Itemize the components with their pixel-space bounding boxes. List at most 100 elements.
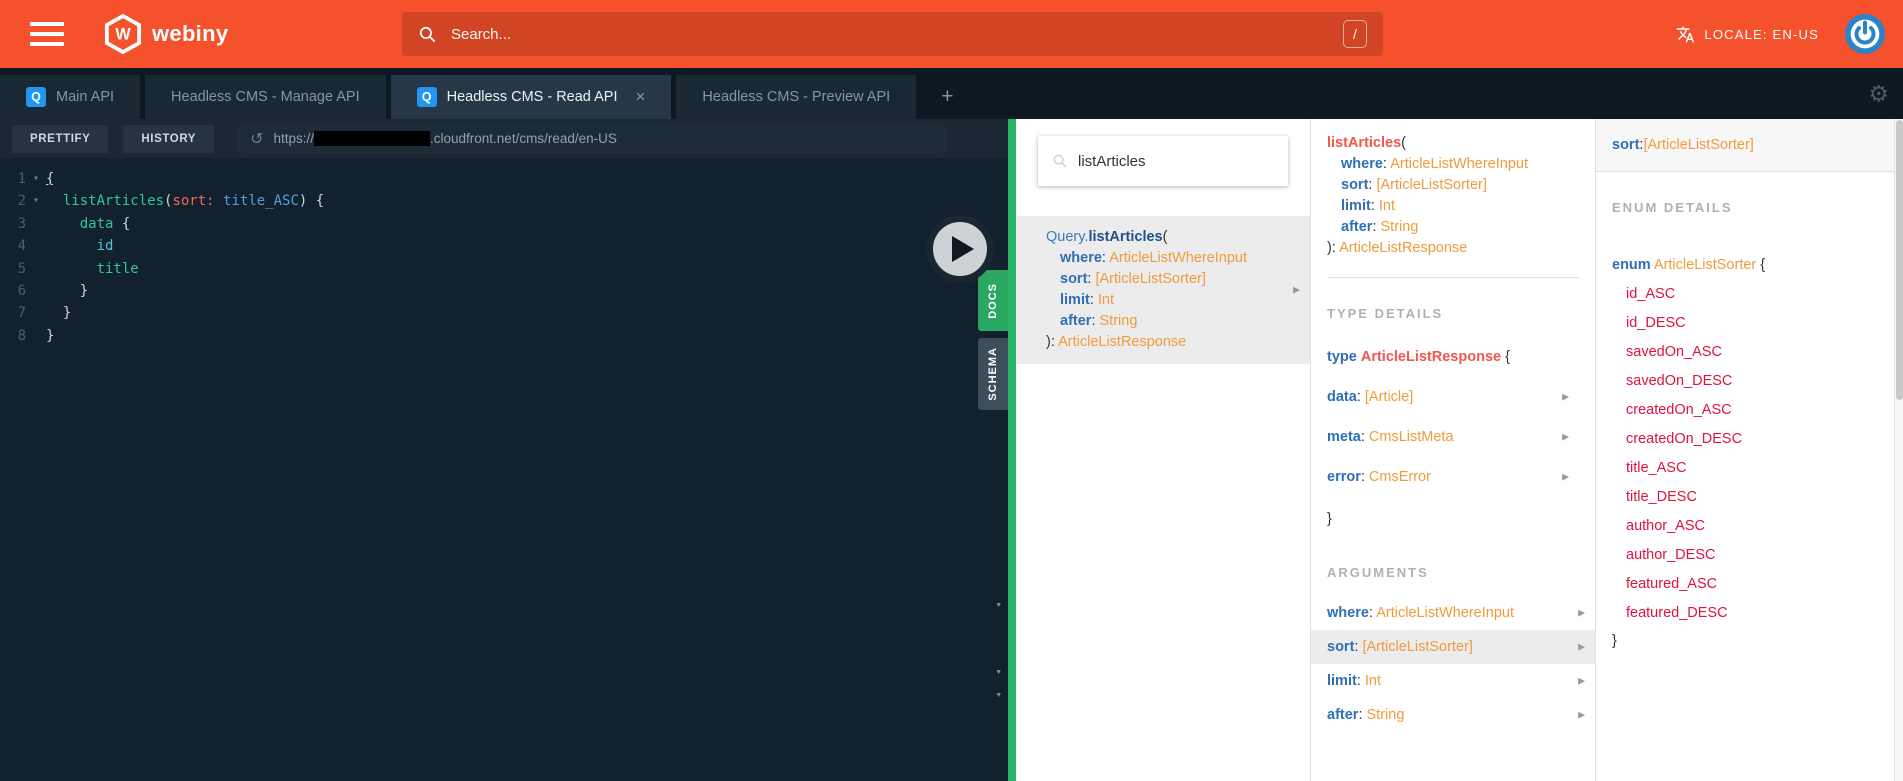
doc-search-result[interactable]: Query.listArticles(where: ArticleListWhe… [1016, 216, 1310, 364]
scrollbar-thumb[interactable] [1896, 120, 1903, 400]
arguments-header: ARGUMENTS [1327, 565, 1579, 580]
arg-type-link[interactable]: Int [1365, 673, 1381, 689]
arg-label: sort [1327, 639, 1354, 655]
doc-search-icon [1052, 153, 1068, 169]
code-line: 7 } [0, 302, 1008, 324]
pane-caret-icon[interactable]: ▾ [995, 684, 1002, 706]
code-line: 6 } [0, 280, 1008, 302]
argument-row[interactable]: limit: Int▶ [1311, 664, 1595, 698]
fold-caret-icon[interactable]: ▾ [26, 190, 46, 212]
argument-row[interactable]: sort: [ArticleListSorter]▶ [1311, 630, 1595, 664]
code-text: data { [46, 213, 130, 235]
arg-type-link[interactable]: ArticleListWhereInput [1376, 605, 1514, 621]
arg-type-link[interactable]: String [1381, 219, 1419, 235]
avatar[interactable] [1845, 14, 1885, 54]
translate-icon [1676, 25, 1695, 44]
menu-icon[interactable] [30, 22, 64, 46]
doc-search-input[interactable]: listArticles [1038, 136, 1288, 186]
api-tab[interactable]: QMain API [0, 75, 140, 119]
enum-value[interactable]: savedOn_ASC [1612, 344, 1887, 360]
argument-row[interactable]: after: String▶ [1311, 698, 1595, 732]
enum-value[interactable]: createdOn_DESC [1612, 431, 1887, 447]
return-type-link[interactable]: ArticleListResponse [1339, 240, 1467, 256]
api-tab[interactable]: Headless CMS - Preview API [676, 75, 916, 119]
arg-label: sort [1341, 177, 1368, 193]
locale-selector[interactable]: LOCALE: EN-US [1676, 25, 1819, 44]
arg-type-link[interactable]: [ArticleListSorter] [1095, 271, 1205, 287]
caret-right-icon: ▶ [1562, 432, 1569, 443]
arg-label: where [1327, 605, 1369, 621]
arg-type-link[interactable]: ArticleListWhereInput [1109, 250, 1247, 266]
api-tab[interactable]: QHeadless CMS - Read API× [391, 75, 672, 119]
field-type-link[interactable]: CmsListMeta [1369, 429, 1454, 445]
enum-value[interactable]: createdOn_ASC [1612, 402, 1887, 418]
enum-value[interactable]: author_DESC [1612, 547, 1887, 563]
colon: : [1371, 198, 1379, 214]
pane-caret-icon[interactable]: ▾ [995, 594, 1002, 616]
global-search-input[interactable]: Search... / [402, 12, 1383, 56]
tab-schema[interactable]: SCHEMA [978, 338, 1008, 410]
code-token: { [113, 216, 130, 232]
enum-value[interactable]: title_ASC [1612, 460, 1887, 476]
doc-search-value: listArticles [1078, 153, 1146, 170]
arg-label: after [1327, 707, 1358, 723]
enum-value[interactable]: id_ASC [1612, 286, 1887, 302]
arg-type-link[interactable]: Int [1098, 292, 1114, 308]
prettify-button[interactable]: PRETTIFY [12, 125, 108, 153]
history-button[interactable]: HISTORY [123, 125, 214, 153]
endpoint-url-field[interactable]: ↺ https://.cloudfront.net/cms/read/en-US [238, 124, 946, 154]
enum-value[interactable]: author_ASC [1612, 518, 1887, 534]
field-name-link[interactable]: listArticles [1327, 135, 1401, 151]
signature-arg: limit: Int [1046, 290, 1284, 311]
tab-docs[interactable]: DOCS [978, 270, 1008, 331]
type-field-row[interactable]: meta: CmsListMeta▶ [1327, 429, 1579, 445]
type-field-row[interactable]: error: CmsError▶ [1327, 469, 1579, 485]
arg-type-link[interactable]: ArticleListWhereInput [1390, 156, 1528, 172]
close-tab-icon[interactable]: × [635, 87, 645, 107]
query-badge: Q [26, 87, 46, 107]
arg-label: after [1341, 219, 1372, 235]
arg-type-link[interactable]: [ArticleListSorter] [1376, 177, 1486, 193]
code-token [46, 238, 97, 254]
arg-type-link[interactable]: String [1100, 313, 1138, 329]
line-number: 2 [0, 190, 26, 212]
enum-breadcrumb: sort: [ArticleListSorter] [1596, 119, 1903, 172]
type-field-row[interactable]: data: [Article]▶ [1327, 389, 1579, 405]
fold-caret-icon[interactable]: ▾ [26, 168, 46, 190]
argument-row[interactable]: where: ArticleListWhereInput▶ [1311, 596, 1595, 630]
tab-label: Headless CMS - Read API [447, 89, 618, 105]
graphql-playground-app: W webiny Search... / LOCALE: EN-US [0, 0, 1903, 781]
docs-divider[interactable] [1008, 119, 1016, 781]
fold-gutter [26, 302, 46, 324]
field-name-link[interactable]: listArticles [1088, 229, 1162, 245]
execute-query-button[interactable] [926, 215, 994, 283]
enum-declaration: enum ArticleListSorter { [1612, 257, 1887, 273]
field-type-link[interactable]: [Article] [1365, 389, 1413, 405]
close-paren: ): [1327, 240, 1339, 256]
field-type-link[interactable]: CmsError [1369, 469, 1431, 485]
colon: : [1357, 673, 1365, 689]
api-tab-bar: QMain APIHeadless CMS - Manage API Q Headl… [0, 68, 1903, 119]
docs-scrollbar[interactable] [1894, 119, 1903, 781]
arg-label: where [1060, 250, 1102, 266]
webiny-logo[interactable]: W webiny [104, 13, 228, 55]
arg-type-link[interactable]: Int [1379, 198, 1395, 214]
type-name-link[interactable]: ArticleListResponse [1361, 349, 1501, 365]
enum-value[interactable]: id_DESC [1612, 315, 1887, 331]
enum-name-link[interactable]: ArticleListSorter [1654, 257, 1756, 273]
return-type-link[interactable]: ArticleListResponse [1058, 334, 1186, 350]
reload-schema-icon[interactable]: ↺ [250, 129, 263, 149]
enum-value[interactable]: savedOn_DESC [1612, 373, 1887, 389]
new-tab-button[interactable]: + [921, 75, 973, 119]
enum-value[interactable]: featured_ASC [1612, 576, 1887, 592]
type-prefix: Query. [1046, 229, 1088, 245]
enum-value[interactable]: title_DESC [1612, 489, 1887, 505]
docs-field-column: listArticles(where: ArticleListWhereInpu… [1311, 119, 1596, 781]
api-tab[interactable]: Headless CMS - Manage API [145, 75, 386, 119]
graphql-query-editor[interactable]: 1▾{2▾ listArticles(sort: title_ASC) {3 d… [0, 158, 1008, 781]
settings-gear-icon[interactable]: ⚙ [1868, 80, 1889, 107]
enum-value[interactable]: featured_DESC [1612, 605, 1887, 621]
arg-type-link[interactable]: String [1367, 707, 1405, 723]
pane-caret-icon[interactable]: ▾ [995, 661, 1002, 683]
arg-type-link[interactable]: [ArticleListSorter] [1362, 639, 1472, 655]
